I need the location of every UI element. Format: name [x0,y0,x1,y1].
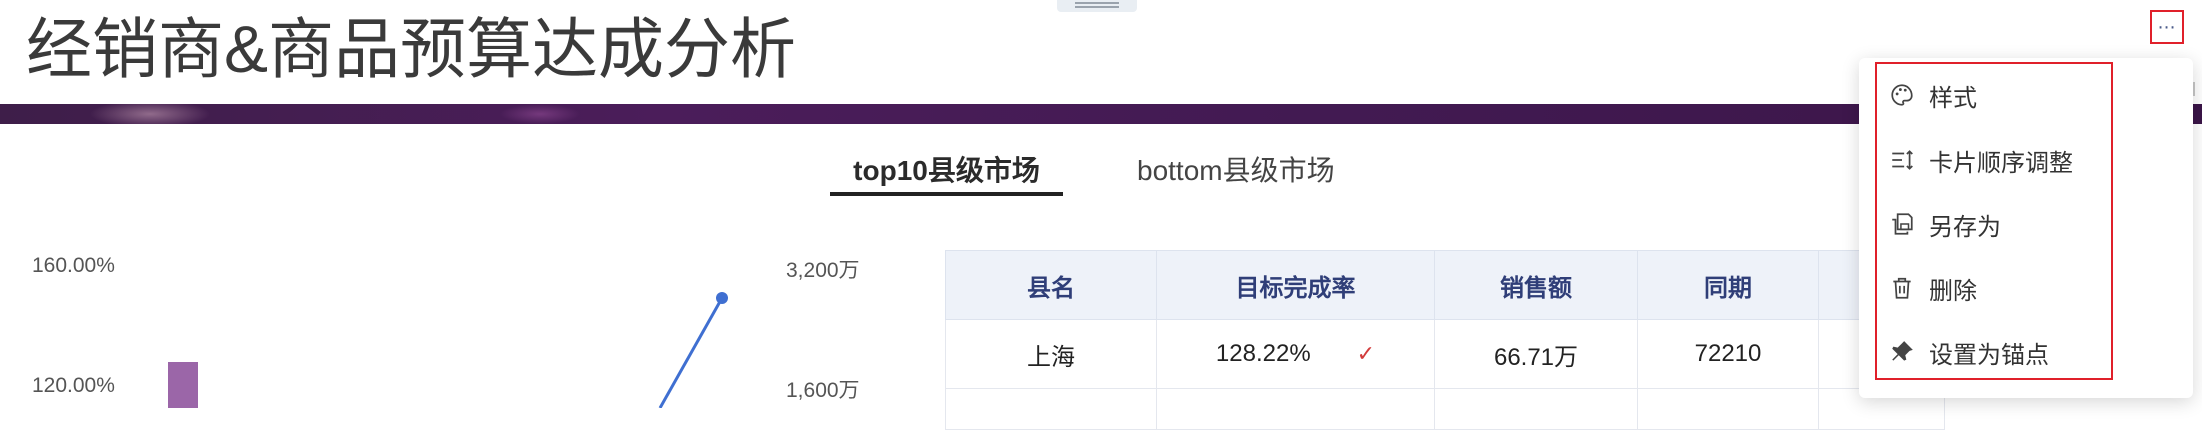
table-cell [945,388,1157,430]
drag-handle[interactable] [1057,0,1137,12]
same-period-cell: 72210 [1637,319,1819,389]
menu-item-label: 删除 [1929,277,1977,305]
completion-cell: 128.22% ✓ [1156,319,1435,389]
menu-item-label: 另存为 [1929,213,2001,241]
tab-bottom[interactable]: bottom县级市场 [1137,150,1335,192]
completion-value: 128.22% [1215,340,1311,367]
combo-chart [168,292,728,408]
menu-item-save-as[interactable]: 另存为 [1889,204,2001,244]
card-menu: 样式 卡片顺序调整 另存为 删除 设置为锚点 [1859,58,2193,398]
table-row[interactable]: 上海 128.22% ✓ 66.71万 72210 [945,319,1945,389]
series-line [658,297,724,408]
save-as-icon [1892,213,1913,235]
more-icon: ⋯ [2157,17,2177,37]
more-menu-button[interactable]: ⋯ [2150,10,2184,44]
checkmark-icon: ✓ [1356,341,1376,366]
menu-item-label: 卡片顺序调整 [1929,149,2073,177]
menu-item-set-anchor[interactable]: 设置为锚点 [1889,332,2049,372]
reorder-icon [1892,150,1913,170]
sales-cell: 66.71万 [1434,319,1638,389]
menu-item-reorder[interactable]: 卡片顺序调整 [1889,140,2073,180]
menu-item-delete[interactable]: 删除 [1889,268,1977,308]
pin-icon [1892,341,1913,361]
card-edge-mark [2193,82,2195,96]
menu-item-label: 样式 [1929,84,1977,112]
table-cell [1434,388,1638,430]
table-row[interactable] [945,388,1945,430]
trash-icon [1893,277,1911,299]
palette-icon [1891,84,1913,106]
table-cell [1637,388,1819,430]
menu-item-label: 设置为锚点 [1929,341,2049,369]
column-header[interactable]: 县名 [945,250,1157,320]
line-point[interactable] [716,292,728,304]
market-table: 县名 目标完成率 销售额 同期 上海 128.22% ✓ 66.71万 72210 [945,250,1945,430]
column-header[interactable]: 销售额 [1434,250,1638,320]
table-header-row: 县名 目标完成率 销售额 同期 [945,250,1945,320]
menu-item-style[interactable]: 样式 [1889,75,1977,115]
column-header[interactable]: 同期 [1637,250,1819,320]
table-cell [1156,388,1435,430]
county-cell: 上海 [945,319,1157,389]
chart-bar[interactable] [168,362,198,408]
column-header[interactable]: 目标完成率 [1156,250,1435,320]
